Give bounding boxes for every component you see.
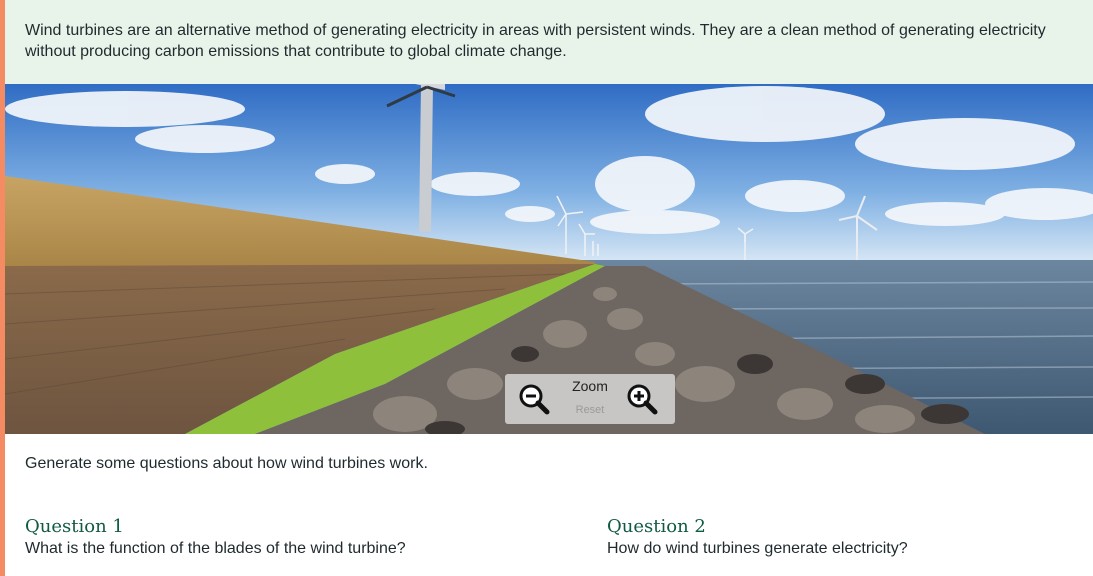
zoom-in-icon[interactable] — [625, 382, 661, 418]
question-card: Question 1 What is the function of the b… — [25, 515, 406, 559]
wind-turbine-photo: Zoom Reset — [5, 84, 1093, 434]
question-text: How do wind turbines generate electricit… — [607, 540, 908, 557]
question-title: Question 2 — [607, 516, 706, 537]
question-title: Question 1 — [25, 516, 124, 537]
question-card: Question 2 How do wind turbines generate… — [607, 515, 908, 559]
intro-text: Wind turbines are an alternative method … — [5, 0, 1093, 84]
activity-prompt: Generate some questions about how wind t… — [25, 455, 428, 472]
zoom-controls: Zoom Reset — [505, 374, 675, 424]
zoom-out-icon[interactable] — [517, 382, 553, 418]
question-text: What is the function of the blades of th… — [25, 540, 406, 557]
